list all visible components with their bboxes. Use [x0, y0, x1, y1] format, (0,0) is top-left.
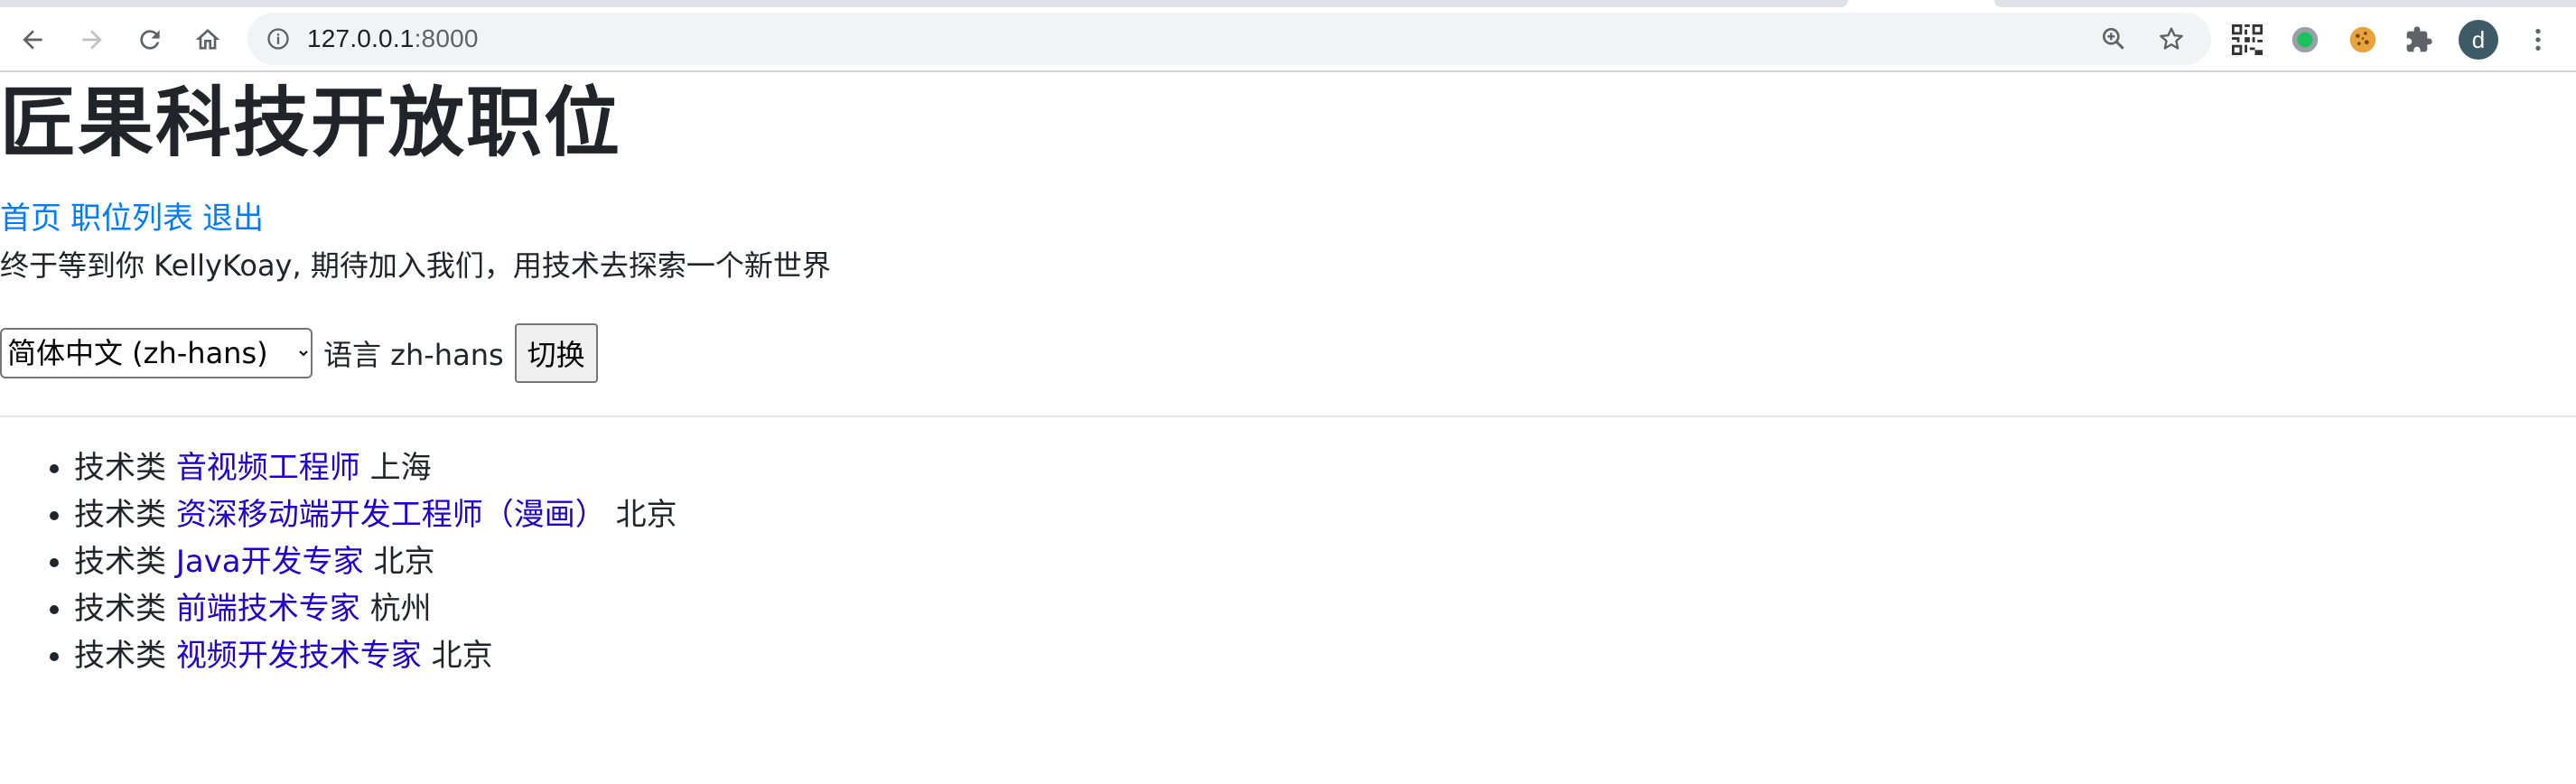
job-city: 北京 — [615, 497, 677, 533]
nav-link-logout[interactable]: 退出 — [202, 201, 264, 237]
job-category: 技术类 — [74, 450, 166, 486]
cookie-icon — [2349, 26, 2376, 53]
job-category: 技术类 — [74, 497, 166, 533]
job-list-item: 技术类 资深移动端开发工程师（漫画） 北京 — [74, 491, 677, 538]
language-select[interactable]: 简体中文 (zh-hans) — [0, 328, 313, 378]
zoom-in-icon[interactable] — [2099, 24, 2128, 53]
url-text[interactable]: 127.0.0.1:8000 — [307, 23, 479, 54]
active-tab-edge[interactable] — [0, 0, 1848, 7]
forward-button[interactable] — [74, 22, 110, 58]
job-list-item: 技术类 音视频工程师 上海 — [74, 444, 677, 491]
job-title-link[interactable]: 资深移动端开发工程师（漫画） — [176, 497, 606, 533]
reload-button[interactable] — [132, 22, 168, 58]
language-switcher: 简体中文 (zh-hans) 语言 zh-hans 切换 — [0, 322, 598, 385]
job-city: 北京 — [373, 544, 435, 580]
welcome-message: 终于等到你 KellyKoay, 期待加入我们，用技术去探索一个新世界 — [0, 248, 831, 283]
home-button[interactable] — [190, 22, 226, 58]
browser-menu-button[interactable] — [2520, 22, 2556, 58]
green-circle-extension-icon — [2291, 26, 2319, 53]
arrow-right-icon — [82, 30, 102, 50]
nav-link-job-list[interactable]: 职位列表 — [70, 201, 193, 237]
page-title: 匠果科技开放职位 — [0, 79, 622, 167]
job-title-link[interactable]: 视频开发技术专家 — [176, 638, 422, 674]
url-port: :8000 — [414, 24, 479, 52]
nav-link-home[interactable]: 首页 — [0, 201, 61, 237]
switch-language-button[interactable]: 切换 — [514, 323, 598, 383]
qr-code-icon — [2232, 24, 2263, 55]
job-city: 杭州 — [369, 591, 432, 627]
kebab-menu-icon — [2535, 29, 2541, 51]
reload-icon — [140, 30, 160, 50]
qr-code-extension-button[interactable] — [2229, 22, 2265, 58]
job-category: 技术类 — [74, 544, 166, 580]
extensions-button[interactable] — [2401, 22, 2437, 58]
page-body: 匠果科技开放职位 首页 职位列表 退出 终于等到你 KellyKoay, 期待加入我… — [0, 72, 2576, 784]
address-bar[interactable]: 127.0.0.1:8000 — [247, 13, 2211, 65]
job-city: 北京 — [431, 638, 493, 674]
job-list-item: 技术类 Java开发专家 北京 — [74, 538, 677, 585]
job-title-link[interactable]: 音视频工程师 — [176, 450, 360, 486]
tab-strip — [0, 0, 2576, 7]
green-circle-extension-button[interactable] — [2287, 22, 2323, 58]
back-button[interactable] — [14, 22, 51, 58]
top-nav: 首页 职位列表 退出 — [0, 199, 273, 238]
job-list: 技术类 音视频工程师 上海 技术类 资深移动端开发工程师（漫画） 北京 技术类 … — [0, 444, 677, 679]
inactive-tab-edge[interactable] — [1994, 0, 2576, 7]
job-list-item: 技术类 视频开发技术专家 北京 — [74, 632, 677, 679]
job-city: 上海 — [369, 450, 432, 486]
puzzle-icon — [2406, 26, 2432, 52]
job-title-link[interactable]: Java开发专家 — [176, 544, 364, 580]
job-title-link[interactable]: 前端技术专家 — [176, 591, 360, 627]
job-category: 技术类 — [74, 591, 166, 627]
job-list-item: 技术类 前端技术专家 杭州 — [74, 585, 677, 632]
divider — [0, 415, 2576, 417]
home-icon — [195, 29, 220, 50]
current-language-label: 语言 zh-hans — [323, 338, 504, 372]
browser-toolbar: 127.0.0.1:8000 d — [0, 0, 2576, 72]
profile-avatar[interactable]: d — [2459, 20, 2498, 60]
url-host: 127.0.0.1 — [307, 24, 415, 52]
info-icon[interactable] — [266, 26, 291, 51]
cookie-extension-button[interactable] — [2345, 22, 2381, 58]
job-category: 技术类 — [74, 638, 166, 674]
arrow-left-icon — [23, 30, 42, 50]
star-icon[interactable] — [2157, 24, 2186, 53]
